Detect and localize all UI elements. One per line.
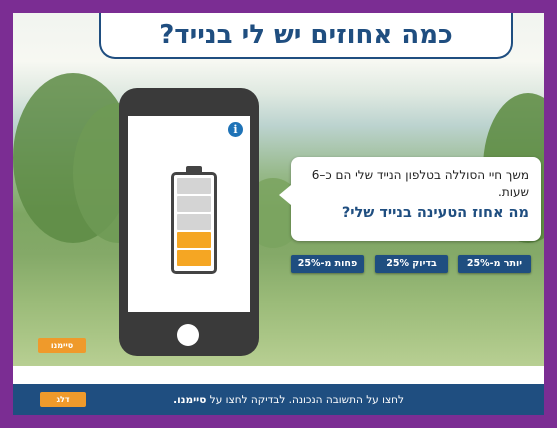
home-button-icon	[177, 324, 199, 346]
battery-segment	[177, 196, 211, 212]
question-prompt: מה אחוז הטעינה בנייד שלי?	[341, 205, 529, 221]
battery-segment	[177, 214, 211, 230]
answer-less-than-25[interactable]: פחות מ-25%	[291, 255, 364, 273]
battery-segment	[177, 178, 211, 194]
title-box: כמה אחוזים יש לי בנייד?	[99, 13, 513, 59]
answer-exactly-25[interactable]: בדיוק 25%	[375, 255, 448, 273]
check-button[interactable]: סיימנו	[38, 338, 86, 353]
battery-icon	[171, 166, 217, 274]
bottom-bar: דלג לחצו על התשובה הנכונה. לבדיקה לחצו ע…	[13, 384, 544, 415]
battery-segment	[177, 250, 211, 266]
phone-illustration: i	[119, 88, 259, 356]
question-bubble: משך חיי הסוללה בטלפון הנייד שלי הם כ–6 ש…	[279, 157, 541, 241]
battery-segment	[177, 232, 211, 248]
answer-more-than-25[interactable]: יותר מ-25%	[458, 255, 531, 273]
app-frame: כמה אחוזים יש לי בנייד? i משך חיי הסוללה…	[0, 0, 557, 428]
battery-body	[171, 172, 217, 274]
question-context: משך חיי הסוללה בטלפון הנייד שלי הם כ–6 ש…	[311, 168, 529, 199]
instruction-prefix: לחצו על התשובה הנכונה. לבדיקה לחצו על	[206, 394, 404, 406]
phone-screen: i	[128, 116, 250, 312]
skip-button[interactable]: דלג	[40, 392, 86, 407]
info-icon[interactable]: i	[228, 122, 243, 137]
page-title: כמה אחוזים יש לי בנייד?	[159, 20, 453, 50]
scene: כמה אחוזים יש לי בנייד? i משך חיי הסוללה…	[13, 13, 544, 415]
spacer-bar	[13, 366, 544, 384]
instruction-bold: סיימנו.	[173, 394, 207, 406]
instruction-text: לחצו על התשובה הנכונה. לבדיקה לחצו על סי…	[173, 394, 404, 406]
